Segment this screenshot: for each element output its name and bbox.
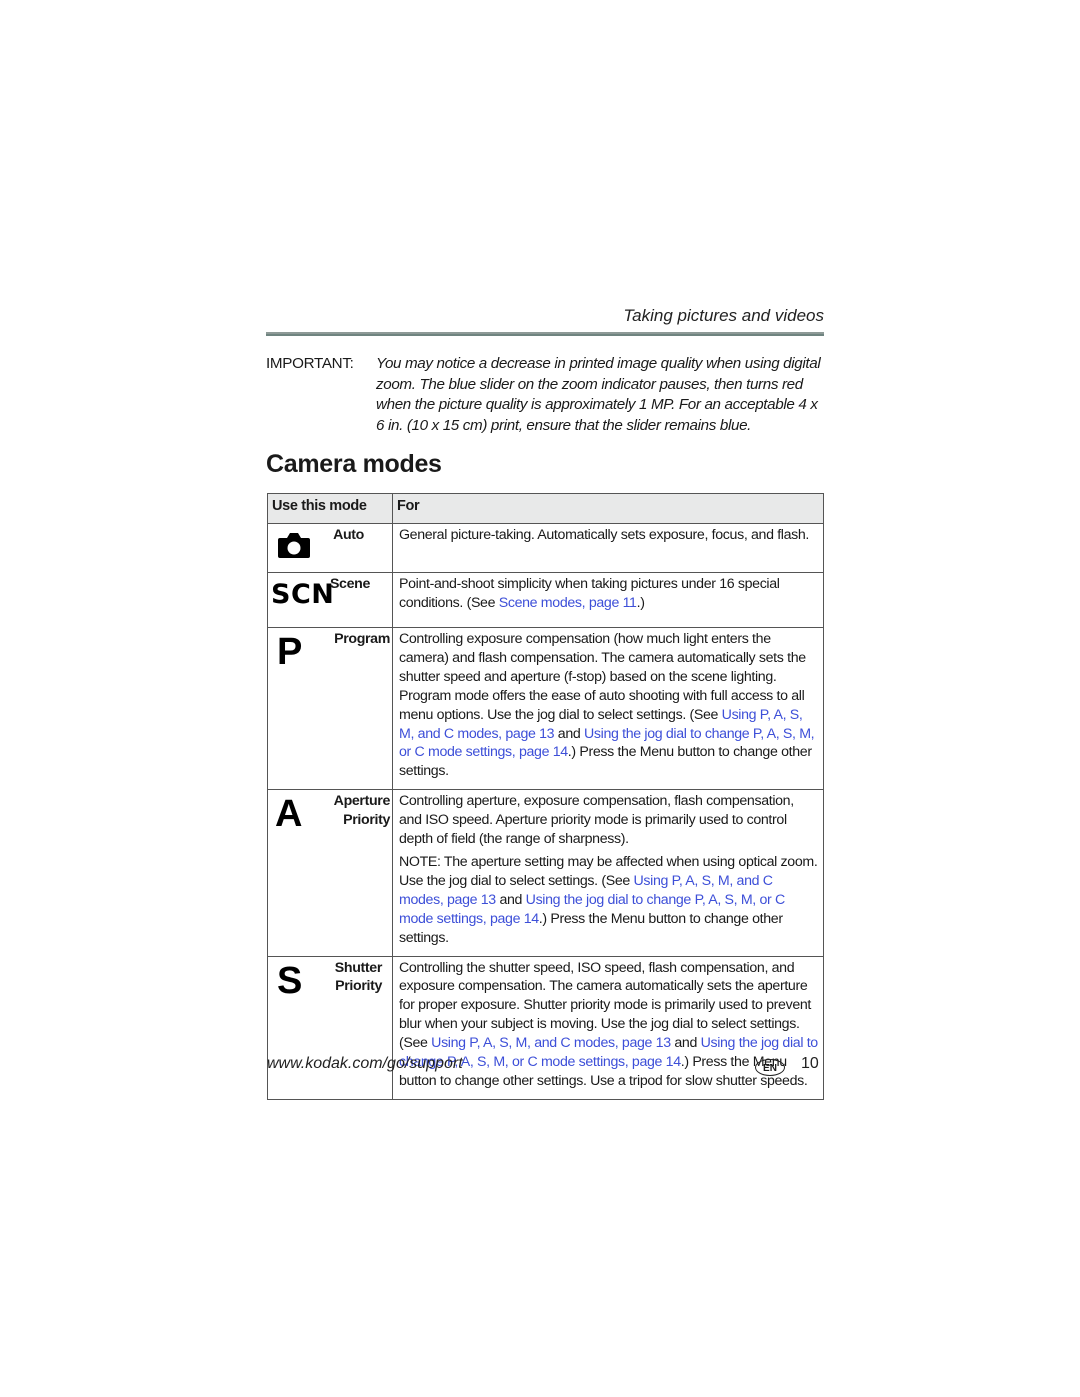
column-header-for: For [392, 493, 824, 524]
description-text: and [670, 1035, 701, 1052]
table-header-row: Use this mode For [267, 493, 824, 524]
header-rule [266, 332, 824, 336]
mode-name-line: Aperture [333, 793, 391, 810]
mode-cell: A Aperture Priority [267, 789, 393, 957]
table-row: P Program Controlling exposure compensat… [267, 626, 824, 791]
mode-cell: P Program [267, 626, 393, 791]
table-row: S Shutter Priority Controlling the shutt… [267, 955, 824, 1100]
column-header-mode: Use this mode [267, 493, 393, 524]
table-row: SCN Scene Point-and-shoot simplicity whe… [267, 572, 824, 628]
program-p-icon: P [277, 631, 303, 673]
page-number: 10 [801, 1055, 819, 1072]
camera-modes-table: Use this mode For Auto General picture-t… [267, 493, 824, 1100]
description-text: .) [636, 594, 645, 611]
mode-cell: SCN Scene [267, 572, 393, 628]
camera-icon [278, 533, 310, 558]
mode-cell: S Shutter Priority [267, 955, 393, 1100]
mode-description: General picture-taking. Automatically se… [392, 523, 824, 573]
support-url[interactable]: www.kodak.com/go/support [267, 1055, 463, 1073]
description-text: and [554, 725, 585, 742]
mode-name: Auto [333, 527, 364, 543]
shutter-s-icon: S [277, 959, 303, 1002]
mode-description: Controlling aperture, exposure compensat… [392, 789, 824, 957]
important-notice: IMPORTANT: You may notice a decrease in … [266, 354, 826, 437]
mode-name: Aperture Priority [333, 792, 391, 830]
cross-reference-link[interactable]: Scene modes, page 11 [499, 595, 637, 611]
mode-description: Point-and-shoot simplicity when taking p… [392, 572, 824, 628]
mode-description: Controlling exposure compensation (how m… [392, 626, 824, 791]
language-badge: EN [755, 1059, 785, 1076]
note-text: NOTE: The aperture setting may be affect… [399, 853, 819, 948]
mode-name-line: Priority [343, 812, 390, 829]
table-row: A Aperture Priority Controlling aperture… [267, 789, 824, 957]
page-title: Camera modes [266, 450, 442, 478]
important-label: IMPORTANT: [266, 355, 354, 372]
mode-name: Shutter Priority [334, 959, 383, 997]
mode-name: Scene [329, 576, 370, 592]
description-text: and [495, 891, 526, 908]
mode-description: Controlling the shutter speed, ISO speed… [392, 955, 824, 1100]
mode-cell: Auto [267, 523, 393, 573]
section-header: Taking pictures and videos [623, 306, 824, 325]
mode-name: Program [334, 631, 390, 647]
cross-reference-link[interactable]: Using P, A, S, M, and C modes, page 13 [431, 1035, 671, 1051]
description-text: General picture-taking. Automatically se… [399, 527, 810, 543]
scn-icon: SCN [271, 579, 335, 610]
description-text: Controlling aperture, exposure compensat… [399, 793, 794, 848]
table-row: Auto General picture-taking. Automatical… [267, 523, 824, 573]
aperture-a-icon: A [275, 793, 303, 836]
mode-name-line: Shutter [334, 959, 383, 976]
important-text: You may notice a decrease in printed ima… [376, 355, 821, 435]
mode-name-line: Priority [335, 978, 382, 995]
